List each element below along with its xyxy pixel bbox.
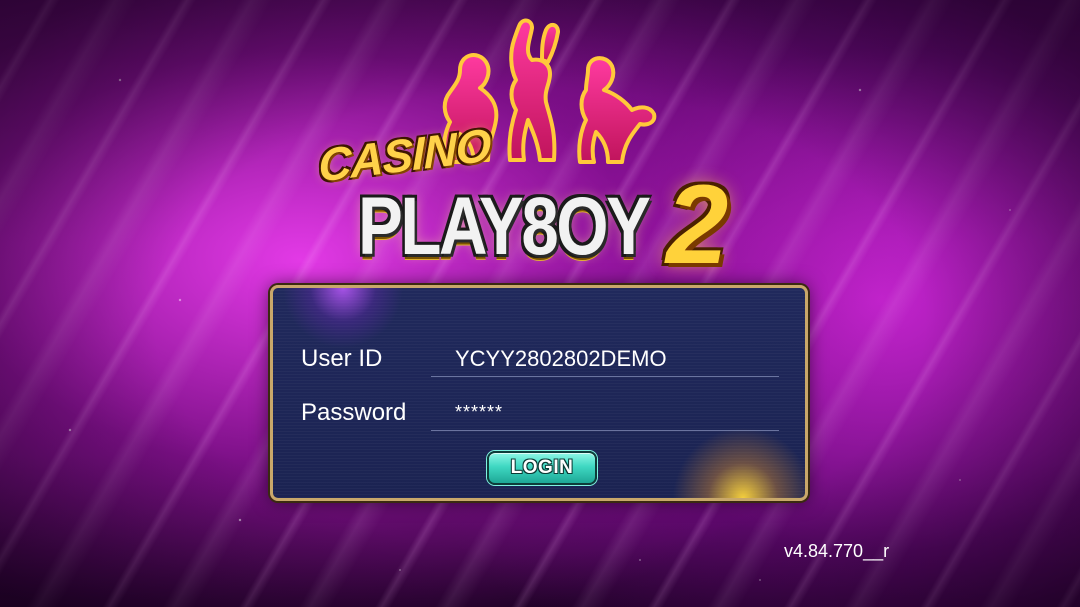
logo-main-text: PLAY8OY [358, 181, 651, 272]
login-screen: CASINO PLAY8OY 2 User ID Password LOGIN … [0, 0, 1080, 607]
logo-number-text: 2 [666, 162, 729, 287]
userid-label: User ID [301, 345, 383, 372]
login-button[interactable]: LOGIN [487, 451, 597, 485]
login-panel: User ID Password LOGIN [270, 285, 808, 501]
userid-input[interactable] [431, 341, 779, 377]
password-input[interactable] [431, 395, 779, 431]
password-label: Password [301, 399, 407, 426]
casino-logo: CASINO PLAY8OY 2 [310, 10, 770, 287]
version-label: v4.84.770__r [784, 541, 890, 561]
